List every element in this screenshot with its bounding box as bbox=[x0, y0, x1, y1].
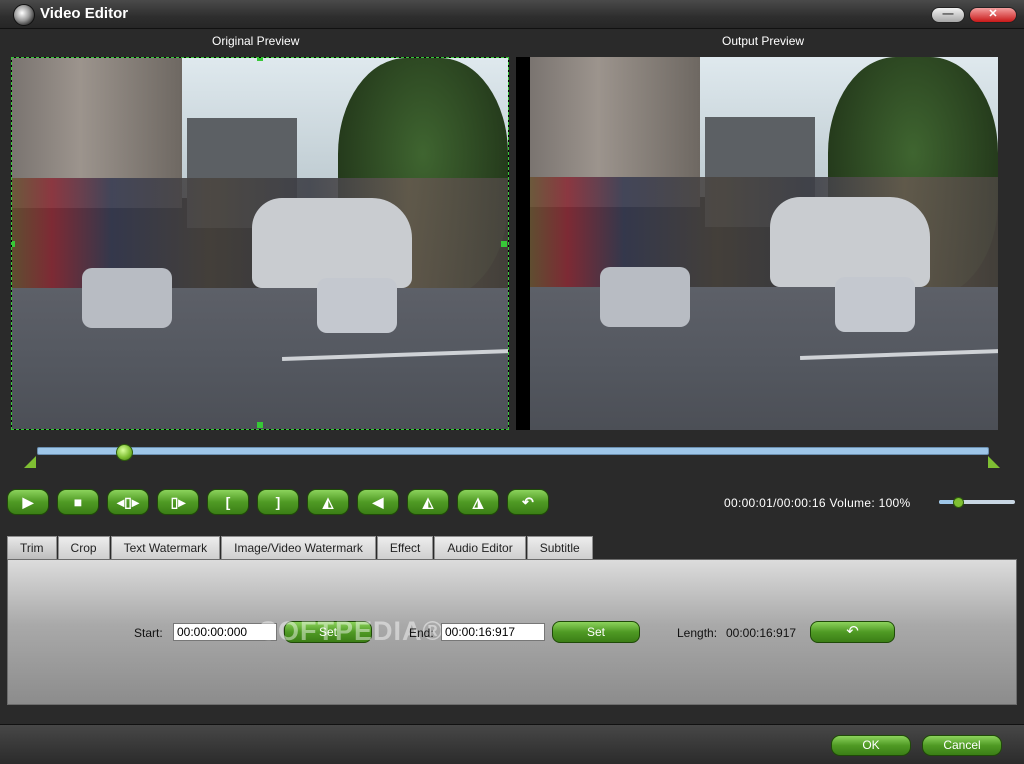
reset-icon: ↶ bbox=[846, 623, 859, 640]
video-editor-window: Video Editor — ✕ Original Preview Output… bbox=[0, 0, 1024, 764]
tab-crop[interactable]: Crop bbox=[57, 536, 110, 559]
crop-handle-bottom[interactable] bbox=[257, 422, 263, 428]
minimize-icon: — bbox=[942, 8, 954, 20]
end-time-input[interactable]: 00:00:16:917 bbox=[441, 623, 545, 641]
set-end-button[interactable]: Set bbox=[552, 621, 640, 643]
volume-thumb[interactable] bbox=[953, 497, 964, 508]
length-value: 00:00:16:917 bbox=[726, 626, 797, 640]
stop-icon: ■ bbox=[73, 494, 83, 510]
title-bar[interactable]: Video Editor — ✕ bbox=[0, 0, 1024, 29]
tab-effect[interactable]: Effect bbox=[376, 536, 434, 559]
rotate-left-button[interactable]: ◭ bbox=[407, 489, 449, 515]
tab-image-video-watermark[interactable]: Image/Video Watermark bbox=[221, 536, 376, 559]
cancel-button[interactable]: Cancel bbox=[922, 735, 1002, 756]
mark-out-button[interactable]: ] bbox=[257, 489, 299, 515]
tab-subtitle[interactable]: Subtitle bbox=[526, 536, 593, 559]
time-readout: 00:00:01/00:00:16 bbox=[724, 496, 826, 510]
undo-icon: ↶ bbox=[522, 493, 534, 510]
tab-audio-editor[interactable]: Audio Editor bbox=[434, 536, 526, 559]
play-icon: ▶ bbox=[22, 493, 34, 510]
mark-in-button[interactable]: [ bbox=[207, 489, 249, 515]
tab-trim[interactable]: Trim bbox=[7, 536, 57, 559]
crop-handle-top[interactable] bbox=[257, 58, 263, 61]
flip-horizontal-button[interactable]: ◭ bbox=[307, 489, 349, 515]
timeline-slider[interactable] bbox=[37, 447, 989, 455]
play-button[interactable]: ▶ bbox=[7, 489, 49, 515]
stop-button[interactable]: ■ bbox=[57, 489, 99, 515]
reset-trim-button[interactable]: ↶ bbox=[810, 621, 895, 643]
undo-button[interactable]: ↶ bbox=[507, 489, 549, 515]
flip-vertical-button[interactable]: ◀ bbox=[357, 489, 399, 515]
mark-out-bracket-icon: ] bbox=[275, 494, 281, 510]
original-preview-video[interactable] bbox=[11, 57, 509, 430]
rotate-left-icon: ◭ bbox=[422, 493, 434, 510]
editor-tabs: Trim Crop Text Watermark Image/Video Waterm… bbox=[7, 536, 594, 559]
volume-value: 100% bbox=[878, 496, 911, 510]
camera-icon bbox=[13, 4, 35, 26]
output-preview-video bbox=[516, 57, 998, 430]
volume-slider[interactable] bbox=[939, 500, 1015, 504]
trim-start-marker[interactable] bbox=[24, 456, 36, 468]
output-preview-label: Output Preview bbox=[722, 34, 805, 48]
flip-vertical-icon: ◀ bbox=[372, 493, 384, 510]
close-button[interactable]: ✕ bbox=[969, 7, 1017, 23]
time-volume-readout: 00:00:01/00:00:16 Volume: 100% bbox=[724, 496, 911, 510]
start-label: Start: bbox=[134, 626, 163, 640]
tab-text-watermark[interactable]: Text Watermark bbox=[110, 536, 221, 559]
previous-frame-icon: ◂▯▸ bbox=[117, 493, 139, 510]
prev-frame-button[interactable]: ◂▯▸ bbox=[107, 489, 149, 515]
rotate-right-button[interactable]: ◮ bbox=[457, 489, 499, 515]
window-title: Video Editor bbox=[40, 5, 129, 22]
ok-button[interactable]: OK bbox=[831, 735, 911, 756]
crop-handle-right[interactable] bbox=[501, 241, 507, 247]
trim-end-marker[interactable] bbox=[988, 456, 1000, 468]
rotate-right-icon: ◮ bbox=[472, 493, 484, 510]
length-label: Length: bbox=[677, 626, 718, 640]
next-frame-button[interactable]: ▯▸ bbox=[157, 489, 199, 515]
minimize-button[interactable]: — bbox=[931, 7, 965, 23]
volume-label: Volume: bbox=[829, 496, 875, 510]
end-label: End: bbox=[409, 626, 434, 640]
close-icon: ✕ bbox=[988, 8, 998, 20]
original-preview-label: Original Preview bbox=[212, 34, 300, 48]
mark-in-bracket-icon: [ bbox=[225, 494, 231, 510]
flip-horizontal-icon: ◭ bbox=[322, 493, 334, 510]
crop-handle-left[interactable] bbox=[12, 241, 15, 247]
next-frame-icon: ▯▸ bbox=[170, 493, 186, 510]
timeline-playhead[interactable] bbox=[115, 444, 133, 461]
